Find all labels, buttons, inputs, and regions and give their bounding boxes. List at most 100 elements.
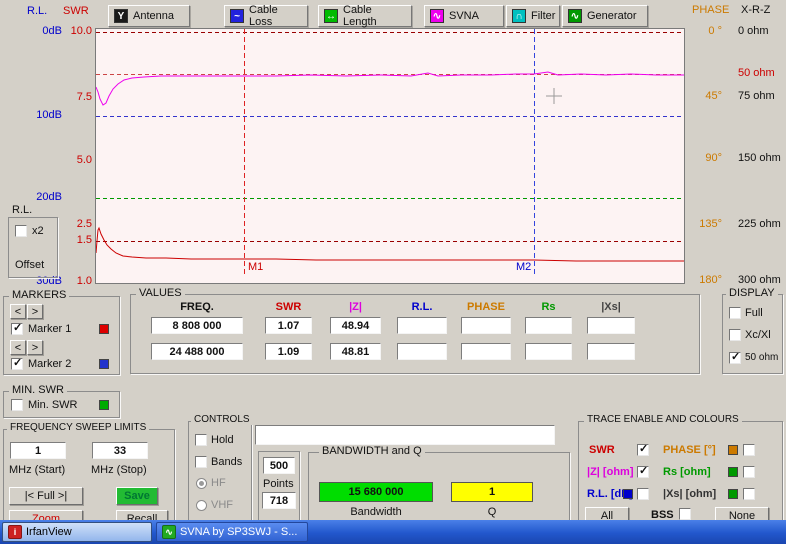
filter-button[interactable]: ∩ Filter	[506, 5, 560, 27]
ohm-tick-225: 225 ohm	[738, 218, 781, 230]
ohm-tick-75: 75 ohm	[738, 90, 775, 102]
display-full-label: Full	[745, 307, 763, 319]
trace-xs-swatch[interactable]	[728, 489, 738, 499]
marker2-xs-value[interactable]	[587, 343, 635, 360]
trace-rs-checkbox[interactable]	[743, 466, 755, 478]
cable-loss-icon: ~	[230, 9, 244, 23]
values-header-rl: R.L.	[397, 301, 447, 313]
trace-rs-swatch[interactable]	[728, 467, 738, 477]
taskbar-svna-button[interactable]: ∿ SVNA by SP3SWJ - S...	[156, 522, 308, 542]
antenna-button[interactable]: Y Antenna	[108, 5, 190, 27]
marker1-color-swatch[interactable]	[99, 324, 109, 334]
display-full-checkbox[interactable]	[729, 307, 741, 319]
trace-z-label: |Z| [ohm]	[587, 466, 633, 478]
bands-checkbox[interactable]	[195, 456, 207, 468]
trace-rl-checkbox[interactable]	[637, 488, 649, 500]
swr-tick-7-5: 7.5	[64, 91, 92, 103]
marker1-label: M1	[248, 261, 263, 273]
marker1-freq-value[interactable]: 8 808 000	[151, 317, 243, 334]
ohm-tick-0: 0 ohm	[738, 25, 769, 37]
display-group-title: DISPLAY	[726, 287, 778, 299]
display-xcxl-checkbox[interactable]	[729, 329, 741, 341]
marker2-swr-value[interactable]: 1.09	[265, 343, 312, 360]
bss-checkbox[interactable]	[679, 508, 691, 520]
display-50ohm-checkbox[interactable]	[729, 352, 741, 364]
marker2-checkbox-label: Marker 2	[28, 358, 71, 370]
values-header-xs: |Xs|	[587, 301, 635, 313]
generator-button[interactable]: ∿ Generator	[562, 5, 648, 27]
ohm-tick-300: 300 ohm	[738, 274, 781, 286]
hf-radio[interactable]	[196, 478, 207, 489]
min-swr-color-swatch[interactable]	[99, 400, 109, 410]
marker1-rl-value[interactable]	[397, 317, 447, 334]
trace-z-checkbox[interactable]	[637, 466, 649, 478]
min-swr-checkbox[interactable]	[11, 399, 23, 411]
bandwidth-label: Bandwidth	[319, 506, 433, 518]
sweep-start-input[interactable]: 1	[10, 442, 66, 459]
save-button[interactable]: Save	[116, 487, 158, 505]
antenna-icon: Y	[114, 9, 128, 23]
trace-swr-checkbox[interactable]	[637, 444, 649, 456]
ohm-tick-50: 50 ohm	[738, 67, 775, 79]
z-trace	[96, 72, 684, 105]
swr-tick-2-5: 2.5	[64, 218, 92, 230]
antenna-button-label: Antenna	[133, 10, 174, 22]
values-group: VALUES FREQ. SWR |Z| R.L. PHASE Rs |Xs| …	[130, 294, 700, 374]
trace-xs-label: |Xs| [ohm]	[663, 488, 716, 500]
marker1-prev-button[interactable]: <	[10, 304, 26, 319]
hold-checkbox[interactable]	[195, 434, 207, 446]
swr-tick-1: 1.0	[64, 275, 92, 287]
x2-checkbox[interactable]	[15, 225, 27, 237]
trace-rl-swatch[interactable]	[623, 489, 633, 499]
offset-label: Offset	[15, 259, 44, 271]
trace-phase-swatch[interactable]	[728, 445, 738, 455]
sweep-start-label: MHz (Start)	[9, 464, 65, 476]
marker1-swr-value[interactable]: 1.07	[265, 317, 312, 334]
x2-label: x2	[32, 225, 44, 237]
marker2-rl-value[interactable]	[397, 343, 447, 360]
swr-tick-10: 10.0	[64, 25, 92, 37]
points-input[interactable]: 500	[263, 457, 295, 474]
filter-button-label: Filter	[531, 10, 555, 22]
trace-phase-checkbox[interactable]	[743, 444, 755, 456]
points-label: Points	[263, 478, 294, 490]
marker2-phase-value[interactable]	[461, 343, 511, 360]
marker1-phase-value[interactable]	[461, 317, 511, 334]
marker1-z-value[interactable]: 48.94	[330, 317, 381, 334]
status-input[interactable]	[255, 425, 555, 445]
marker1-rs-value[interactable]	[525, 317, 572, 334]
taskbar: i IrfanView ∿ SVNA by SP3SWJ - S...	[0, 520, 786, 544]
filter-icon: ∩	[512, 9, 526, 23]
vhf-radio[interactable]	[196, 500, 207, 511]
swr-trace	[96, 228, 684, 261]
cable-length-button[interactable]: ↔ Cable Length	[318, 5, 412, 27]
bands-label: Bands	[211, 456, 242, 468]
marker2-freq-value[interactable]: 24 488 000	[151, 343, 243, 360]
hf-label: HF	[211, 477, 226, 489]
sweep-stop-input[interactable]: 33	[92, 442, 148, 459]
marker2-z-value[interactable]: 48.81	[330, 343, 381, 360]
values-header-rs: Rs	[525, 301, 572, 313]
marker1-checkbox-label: Marker 1	[28, 323, 71, 335]
marker2-checkbox[interactable]	[11, 358, 23, 370]
marker2-color-swatch[interactable]	[99, 359, 109, 369]
display-xcxl-label: Xc/Xl	[745, 329, 771, 341]
bandwidth-group-title: BANDWIDTH and Q	[319, 445, 425, 457]
trace-swr-label: SWR	[589, 444, 615, 456]
marker1-checkbox[interactable]	[11, 323, 23, 335]
chart-area[interactable]	[95, 28, 685, 284]
marker1-xs-value[interactable]	[587, 317, 635, 334]
taskbar-irfanview-button[interactable]: i IrfanView	[2, 522, 152, 542]
marker2-rs-value[interactable]	[525, 343, 572, 360]
cable-loss-button[interactable]: ~ Cable Loss	[224, 5, 308, 27]
marker2-prev-button[interactable]: <	[10, 340, 26, 355]
display-50ohm-label: 50 ohm	[745, 352, 778, 363]
marker2-label: M2	[516, 261, 531, 273]
trace-xs-checkbox[interactable]	[743, 488, 755, 500]
svna-button[interactable]: ∿ SVNA	[424, 5, 504, 27]
marker2-next-button[interactable]: >	[27, 340, 43, 355]
sweep-stop-label: MHz (Stop)	[91, 464, 147, 476]
marker1-next-button[interactable]: >	[27, 304, 43, 319]
trace-phase-label: PHASE [°]	[663, 444, 716, 456]
full-span-button[interactable]: |< Full >|	[9, 487, 83, 505]
